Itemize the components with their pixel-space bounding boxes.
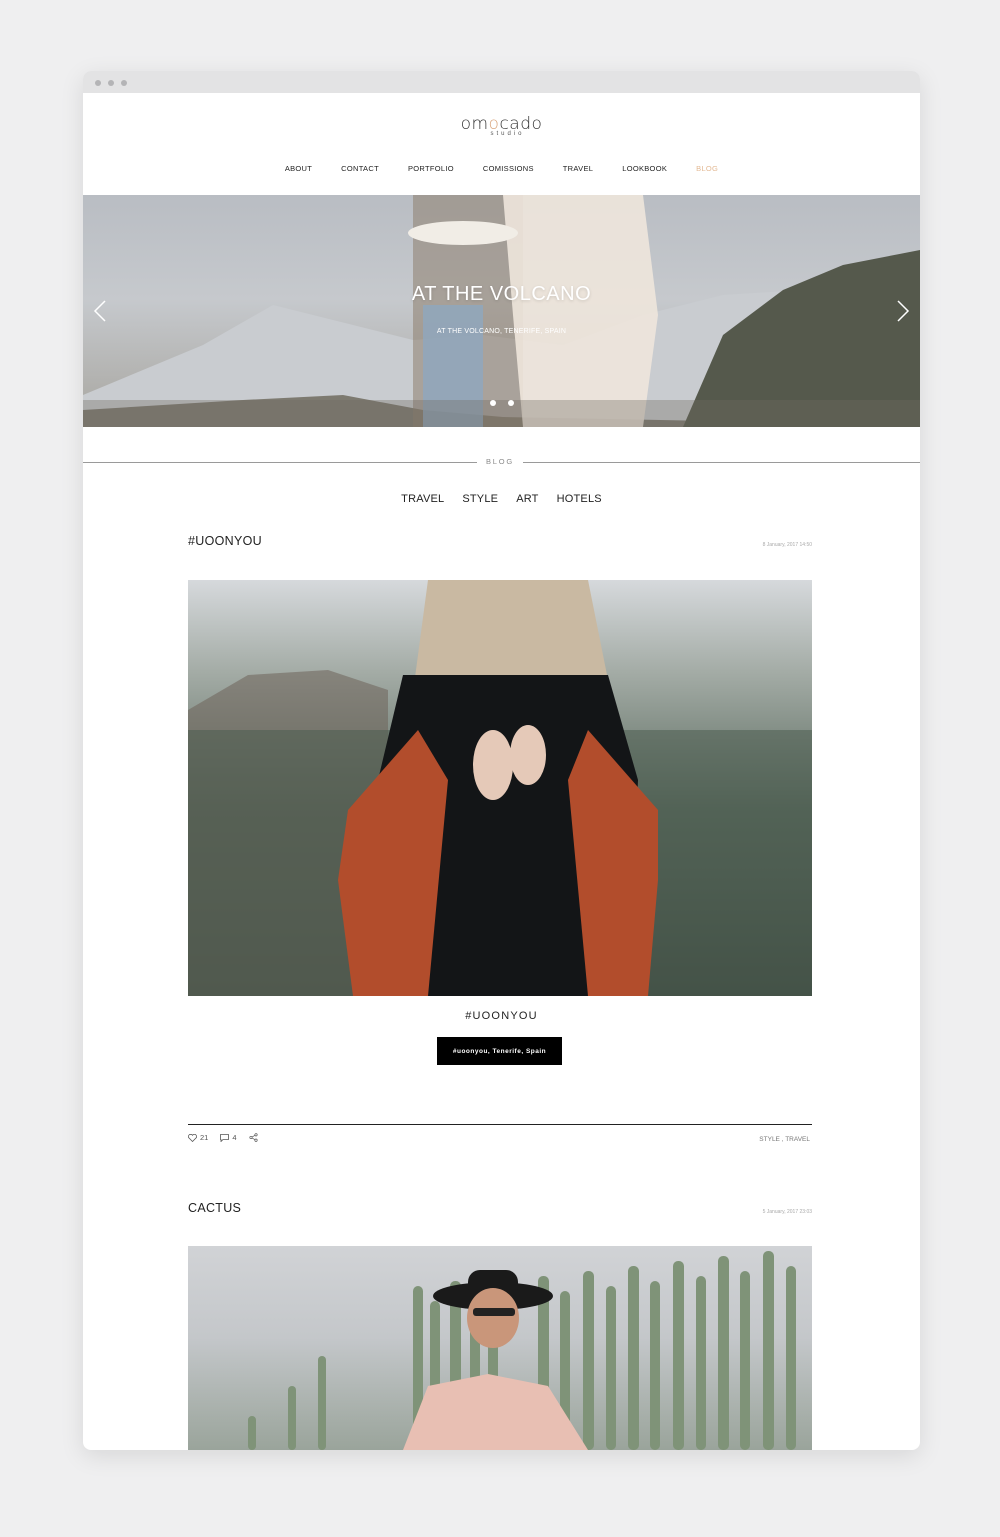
section-label: BLOG: [485, 457, 515, 466]
main-nav: ABOUT CONTACT PORTFOLIO COMISSIONS TRAVE…: [83, 164, 920, 173]
slider-dot[interactable]: [489, 400, 496, 406]
chevron-left-icon[interactable]: [91, 299, 111, 323]
category-filter: TRAVEL STYLE ART HOTELS: [83, 493, 920, 505]
post-title[interactable]: CACTUS: [188, 1201, 241, 1215]
nav-item-about[interactable]: ABOUT: [285, 164, 312, 173]
browser-window: omocado studio ABOUT CONTACT PORTFOLIO C…: [83, 71, 920, 1450]
nav-item-blog[interactable]: BLOG: [696, 164, 718, 173]
logo-subtitle: studio: [490, 131, 525, 137]
hero-slider: AT THE VOLCANO AT THE VOLCANO, TENERIFE,…: [83, 195, 920, 427]
like-button[interactable]: 21: [188, 1133, 208, 1142]
category-travel[interactable]: TRAVEL: [401, 493, 444, 505]
category-hotels[interactable]: HOTELS: [557, 493, 602, 505]
nav-item-comissions[interactable]: COMISSIONS: [483, 164, 534, 173]
nav-item-portfolio[interactable]: PORTFOLIO: [408, 164, 454, 173]
like-count: 21: [200, 1133, 209, 1142]
comment-icon: [220, 1133, 230, 1142]
category-style[interactable]: STYLE: [462, 493, 498, 505]
site-logo[interactable]: omocado studio: [83, 114, 920, 137]
browser-chrome: [83, 71, 920, 93]
share-button[interactable]: [248, 1133, 258, 1142]
post-tag-button[interactable]: #uoonyou, Tenerife, Spain: [437, 1037, 562, 1065]
hero-title: AT THE VOLCANO: [411, 283, 592, 305]
nav-item-travel[interactable]: TRAVEL: [563, 164, 593, 173]
post-image[interactable]: [188, 580, 812, 996]
chevron-right-icon[interactable]: [892, 299, 912, 323]
post-categories[interactable]: STYLE , TRAVEL: [759, 1136, 810, 1143]
nav-item-contact[interactable]: CONTACT: [341, 164, 379, 173]
hero-image: [83, 195, 920, 427]
post-image[interactable]: [188, 1246, 812, 1450]
hero-subtitle: AT THE VOLCANO, TENERIFE, SPAIN: [436, 328, 567, 335]
slider-dot[interactable]: [507, 400, 514, 406]
divider: [523, 462, 920, 463]
post-caption: #UOONYOU: [465, 1010, 538, 1022]
nav-item-lookbook[interactable]: LOOKBOOK: [622, 164, 667, 173]
share-icon: [248, 1133, 258, 1142]
divider: [188, 1124, 812, 1125]
window-dot-icon[interactable]: [95, 80, 101, 86]
post-date: 8 January, 2017 14:50: [762, 542, 812, 548]
divider: [83, 462, 477, 463]
logo-text-prefix: om: [460, 114, 489, 134]
window-dot-icon[interactable]: [121, 80, 127, 86]
post-date: 5 January, 2017 23:03: [762, 1209, 812, 1215]
comment-count: 4: [232, 1133, 237, 1142]
comment-button[interactable]: 4: [220, 1133, 237, 1142]
post-meta: 21 4: [188, 1133, 258, 1142]
category-art[interactable]: ART: [516, 493, 538, 505]
heart-icon: [188, 1133, 197, 1142]
window-dot-icon[interactable]: [108, 80, 114, 86]
post-title[interactable]: #UOONYOU: [188, 534, 262, 548]
slider-pagination: [83, 400, 920, 406]
